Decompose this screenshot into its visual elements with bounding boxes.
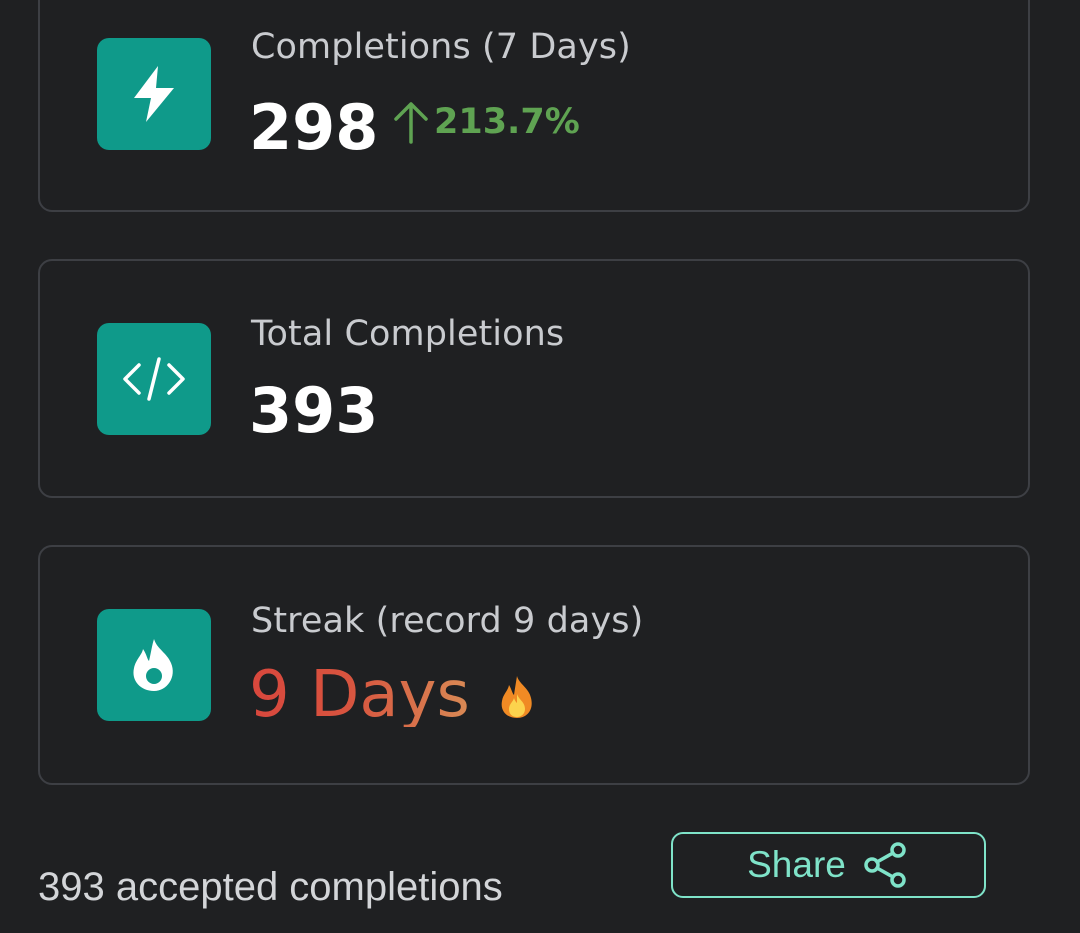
lightning-icon-tile [97, 38, 211, 150]
stat-card-total-completions: Total Completions 393 [38, 259, 1030, 498]
stat-label: Streak (record 9 days) [251, 601, 644, 641]
stat-card-completions-7-days: Completions (7 Days) 298 213.7% [38, 0, 1030, 212]
fire-emoji-icon [501, 676, 532, 718]
share-button-label: Share [747, 844, 846, 885]
flame-icon-tile [97, 609, 211, 721]
flame-icon [133, 639, 173, 691]
stat-label: Total Completions [251, 314, 565, 354]
trend-indicator: 213.7% [392, 100, 580, 144]
accepted-completions-summary: 393 accepted completions [38, 865, 503, 909]
code-icon [123, 357, 185, 401]
stat-value: 298 [249, 91, 379, 164]
lightning-icon [134, 66, 174, 122]
stat-label: Completions (7 Days) [251, 27, 631, 67]
arrow-up-icon [394, 102, 428, 144]
share-icon [864, 842, 906, 888]
trend-percentage: 213.7% [434, 102, 580, 142]
share-button[interactable]: Share [671, 832, 986, 898]
stat-value: 393 [249, 374, 379, 447]
stat-card-streak: Streak (record 9 days) 9 Days [38, 545, 1030, 785]
code-icon-tile [97, 323, 211, 435]
streak-value: 9 Days [249, 658, 470, 732]
